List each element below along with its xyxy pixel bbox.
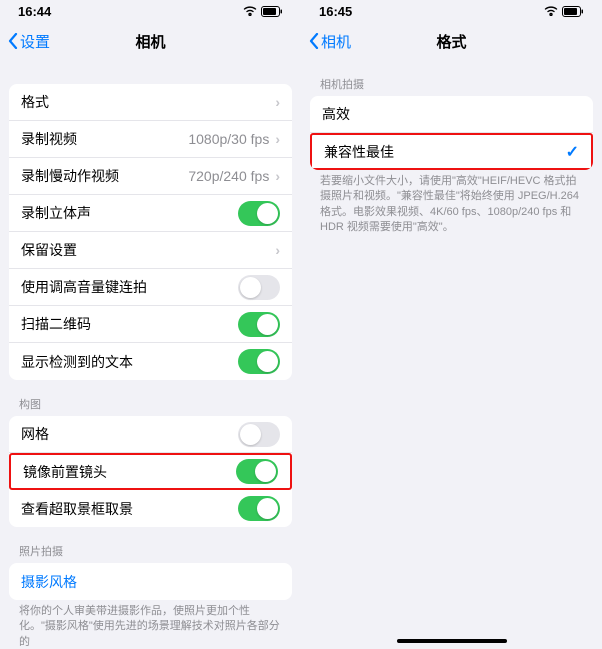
label: 摄影风格: [21, 572, 77, 592]
toggle-show-text[interactable]: [238, 349, 280, 374]
row-scan-qr: 扫描二维码: [9, 306, 292, 343]
battery-icon: [562, 6, 584, 17]
battery-icon: [261, 6, 283, 17]
status-right: [544, 6, 584, 17]
row-view-outside-frame: 查看超取景框取景: [9, 490, 292, 527]
label: 扫描二维码: [21, 314, 91, 334]
group-format-options: 高效 兼容性最佳 ✓: [310, 96, 593, 170]
label: 录制慢动作视频: [21, 166, 119, 186]
status-time: 16:45: [319, 4, 352, 19]
row-mirror-front: 镜像前置镜头: [9, 453, 292, 490]
row-record-video[interactable]: 录制视频 1080p/30 fps ›: [9, 121, 292, 158]
chevron-left-icon: [309, 33, 319, 49]
checkmark-icon: ✓: [566, 142, 579, 162]
toggle-scan-qr[interactable]: [238, 312, 280, 337]
group-composition: 网格 镜像前置镜头 查看超取景框取景: [9, 416, 292, 527]
label: 显示检测到的文本: [21, 352, 133, 372]
content: 格式 › 录制视频 1080p/30 fps › 录制慢动作视频 720p/24…: [0, 60, 301, 649]
footer-text-photo-styles: 将你的个人审美带进摄影作品，使照片更加个性化。"摄影风格"使用先进的场景理解技术…: [9, 600, 292, 649]
group-main: 格式 › 录制视频 1080p/30 fps › 录制慢动作视频 720p/24…: [9, 84, 292, 380]
chevron-right-icon: ›: [275, 168, 280, 184]
status-bar: 16:44: [0, 0, 301, 22]
toggle-stereo[interactable]: [238, 201, 280, 226]
status-time: 16:44: [18, 4, 51, 19]
content: 相机拍摄 高效 兼容性最佳 ✓ 若要缩小文件大小，请使用"高效"HEIF/HEV…: [301, 60, 602, 649]
back-label: 相机: [321, 31, 351, 52]
label: 高效: [322, 104, 350, 124]
row-grid: 网格: [9, 416, 292, 453]
phone-right-format-settings: 16:45 相机 格式 相机拍摄 高效 兼容性最佳 ✓ 若要缩小文件大小，请使用…: [301, 0, 602, 649]
chevron-right-icon: ›: [275, 94, 280, 110]
label: 网格: [21, 424, 49, 444]
chevron-right-icon: ›: [275, 242, 280, 258]
chevron-right-icon: ›: [275, 131, 280, 147]
section-header-composition: 构图: [9, 380, 292, 416]
section-header-capture: 相机拍摄: [310, 60, 593, 96]
row-preserve[interactable]: 保留设置 ›: [9, 232, 292, 269]
row-high-efficiency[interactable]: 高效: [310, 96, 593, 133]
status-bar: 16:45: [301, 0, 602, 22]
nav-bar: 设置 相机: [0, 22, 301, 60]
group-photo-capture: 摄影风格: [9, 563, 292, 600]
detail: 1080p/30 fps: [188, 131, 269, 147]
phone-left-camera-settings: 16:44 设置 相机 格式 › 录制视频 1080p/30 fps › 录制慢…: [0, 0, 301, 649]
back-button[interactable]: 设置: [8, 31, 50, 52]
detail: 720p/240 fps: [188, 168, 269, 184]
chevron-left-icon: [8, 33, 18, 49]
label: 录制立体声: [21, 203, 91, 223]
label: 保留设置: [21, 240, 77, 260]
label: 兼容性最佳: [324, 142, 394, 162]
page-title: 格式: [436, 31, 466, 52]
row-photo-styles[interactable]: 摄影风格: [9, 563, 292, 600]
row-stereo: 录制立体声: [9, 195, 292, 232]
label: 录制视频: [21, 129, 77, 149]
section-header-photo-capture: 照片拍摄: [9, 527, 292, 563]
wifi-icon: [544, 6, 558, 16]
toggle-grid[interactable]: [238, 422, 280, 447]
label: 查看超取景框取景: [21, 499, 133, 519]
label: 格式: [21, 92, 49, 112]
toggle-volume-burst[interactable]: [238, 275, 280, 300]
row-format[interactable]: 格式 ›: [9, 84, 292, 121]
toggle-mirror-front[interactable]: [236, 459, 278, 484]
back-button[interactable]: 相机: [309, 31, 351, 52]
back-label: 设置: [20, 31, 50, 52]
row-most-compatible[interactable]: 兼容性最佳 ✓: [310, 133, 593, 170]
footer-text-format: 若要缩小文件大小，请使用"高效"HEIF/HEVC 格式拍摄照片和视频。"兼容性…: [310, 170, 593, 244]
label: 镜像前置镜头: [23, 462, 107, 482]
row-record-slomo[interactable]: 录制慢动作视频 720p/240 fps ›: [9, 158, 292, 195]
home-indicator[interactable]: [397, 639, 507, 643]
page-title: 相机: [135, 31, 165, 52]
wifi-icon: [243, 6, 257, 16]
row-show-text: 显示检测到的文本: [9, 343, 292, 380]
status-right: [243, 6, 283, 17]
nav-bar: 相机 格式: [301, 22, 602, 60]
label: 使用调高音量键连拍: [21, 277, 147, 297]
row-volume-burst: 使用调高音量键连拍: [9, 269, 292, 306]
toggle-view-outside-frame[interactable]: [238, 496, 280, 521]
